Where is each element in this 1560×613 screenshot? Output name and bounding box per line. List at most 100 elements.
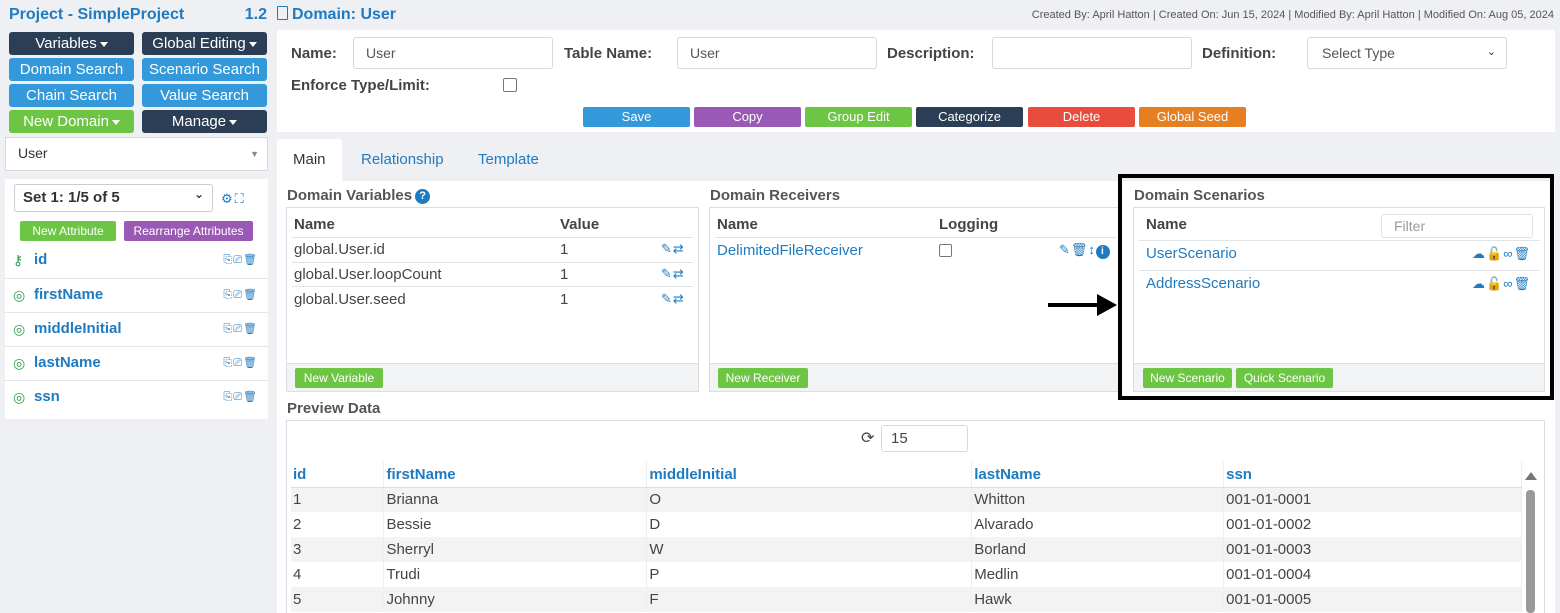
logging-checkbox[interactable] [939,244,952,257]
description-input[interactable] [992,37,1192,69]
scenario-name[interactable]: AddressScenario [1146,275,1260,292]
global-editing-button[interactable]: Global Editing [142,32,267,55]
attribute-name[interactable]: lastName [34,354,101,371]
trash-icon[interactable]: 🗑 [243,391,258,403]
preview-count-input[interactable]: 15 [881,425,968,452]
edit-icon[interactable]: ⎚ [233,357,243,369]
copy-icon[interactable]: ⎘ [223,357,233,369]
column-header-ssn[interactable]: ssn [1223,462,1522,488]
edit-icon[interactable]: ⎚ [233,289,243,301]
domain-search-button[interactable]: Domain Search [9,58,134,81]
delete-button[interactable]: Delete [1028,107,1135,127]
variables-button[interactable]: Variables [9,32,134,55]
save-button[interactable]: Save [583,107,690,127]
column-header-middleinitial[interactable]: middleInitial [646,462,973,488]
sitemap-icon[interactable]: ⛶ [235,191,246,206]
list-item[interactable]: ◎ firstName ⎘⎚🗑 [5,278,268,312]
column-header-id[interactable]: id [291,462,385,488]
edit-icon[interactable]: ⎚ [233,323,243,335]
categorize-button[interactable]: Categorize [916,107,1023,127]
scroll-thumb[interactable] [1526,490,1535,613]
copy-icon[interactable]: ⎘ [223,254,233,266]
attribute-name[interactable]: ssn [34,388,60,405]
cloud-download-icon[interactable]: ☁ [1472,246,1486,261]
domain-select[interactable]: User ▼ [5,137,268,171]
new-domain-button[interactable]: New Domain [9,110,134,133]
list-item[interactable]: ⚷ id ⎘⎚🗑 [5,244,268,278]
new-receiver-button[interactable]: New Receiver [718,368,808,388]
table-name-input[interactable]: User [677,37,877,69]
scroll-up-icon[interactable] [1525,472,1537,480]
enforce-checkbox[interactable] [503,78,517,92]
key-icon: ⚷ [13,252,24,268]
lifebuoy-icon: ◎ [13,287,26,303]
trash-icon[interactable]: 🗑 [243,323,258,335]
cloud-download-icon[interactable]: ☁ [1472,276,1486,291]
row-actions: ✎⇄ [661,291,685,307]
pencil-icon[interactable]: ✎ [1059,242,1071,257]
list-item[interactable]: ◎ ssn ⎘⎚🗑 [5,380,268,414]
info-icon[interactable]: i [1095,245,1110,259]
tab-relationship[interactable]: Relationship [345,139,460,181]
scenario-filter-input[interactable]: Filter [1381,214,1533,238]
list-item[interactable]: ◎ middleInitial ⎘⎚🗑 [5,312,268,346]
table-cell: Whitton [971,487,1225,512]
rearrange-attributes-button[interactable]: Rearrange Attributes [124,221,253,241]
refresh-icon[interactable]: ⟳ [861,428,874,448]
scenario-name[interactable]: UserScenario [1146,245,1237,262]
pencil-icon[interactable]: ✎ [661,241,673,256]
copy-icon[interactable]: ⎘ [223,289,233,301]
trash-icon[interactable]: 🗑 [243,289,258,301]
sort-icon[interactable]: ↕ [1088,242,1096,257]
copy-icon[interactable]: ⎘ [223,323,233,335]
unlock-icon[interactable]: 🔓 [1486,246,1503,261]
copy-icon[interactable]: ⎘ [223,391,233,403]
new-variable-button[interactable]: New Variable [295,368,383,388]
trash-icon[interactable]: 🗑 [1071,242,1089,257]
copy-button[interactable]: Copy [694,107,801,127]
tab-template[interactable]: Template [462,139,555,181]
list-item[interactable]: ◎ lastName ⎘⎚🗑 [5,346,268,380]
receiver-name[interactable]: DelimitedFileReceiver [717,242,863,259]
trash-icon[interactable]: 🗑 [243,254,258,266]
link-icon[interactable]: ∞ [1503,246,1513,261]
value-search-button[interactable]: Value Search [142,84,267,107]
edit-icon[interactable]: ⎚ [233,391,243,403]
trash-icon[interactable]: 🗑 [1513,276,1531,291]
new-scenario-button[interactable]: New Scenario [1143,368,1232,388]
exchange-icon[interactable]: ⇄ [673,241,685,256]
pencil-icon[interactable]: ✎ [661,291,673,306]
column-header-firstname[interactable]: firstName [383,462,648,488]
preview-scrollbar[interactable] [1522,462,1538,613]
new-attribute-button[interactable]: New Attribute [20,221,116,241]
project-title[interactable]: Project - SimpleProject [9,6,184,24]
scenario-search-button[interactable]: Scenario Search [142,58,267,81]
trash-icon[interactable]: 🗑 [243,357,258,369]
link-icon[interactable]: ∞ [1503,276,1513,291]
column-header-lastname[interactable]: lastName [971,462,1225,488]
quick-scenario-button[interactable]: Quick Scenario [1236,368,1333,388]
help-icon[interactable]: ? [415,189,431,204]
attribute-name[interactable]: firstName [34,286,103,303]
exchange-icon[interactable]: ⇄ [673,266,685,281]
attribute-name[interactable]: id [34,251,47,268]
global-seed-button[interactable]: Global Seed [1139,107,1246,127]
edit-icon[interactable]: ⎚ [233,254,243,266]
set-select[interactable]: Set 1: 1/5 of 5 ⌄ [14,184,213,212]
pencil-icon[interactable]: ✎ [661,266,673,281]
chain-search-button[interactable]: Chain Search [9,84,134,107]
unlock-icon[interactable]: 🔓 [1486,276,1503,291]
manage-button[interactable]: Manage [142,110,267,133]
gears-icon[interactable]: ⚙ [221,191,235,206]
arrow-head [1097,294,1117,316]
exchange-icon[interactable]: ⇄ [673,291,685,306]
tab-main[interactable]: Main [277,139,342,181]
attribute-name[interactable]: middleInitial [34,320,122,337]
table-cell: 5 [291,587,385,612]
settings-icons[interactable]: ⚙⛶ [221,191,246,207]
table-cell: D [646,512,973,537]
definition-select[interactable]: Select Type ⌄ [1307,37,1507,69]
name-input[interactable]: User [353,37,553,69]
group-edit-button[interactable]: Group Edit [805,107,912,127]
trash-icon[interactable]: 🗑 [1513,246,1531,261]
